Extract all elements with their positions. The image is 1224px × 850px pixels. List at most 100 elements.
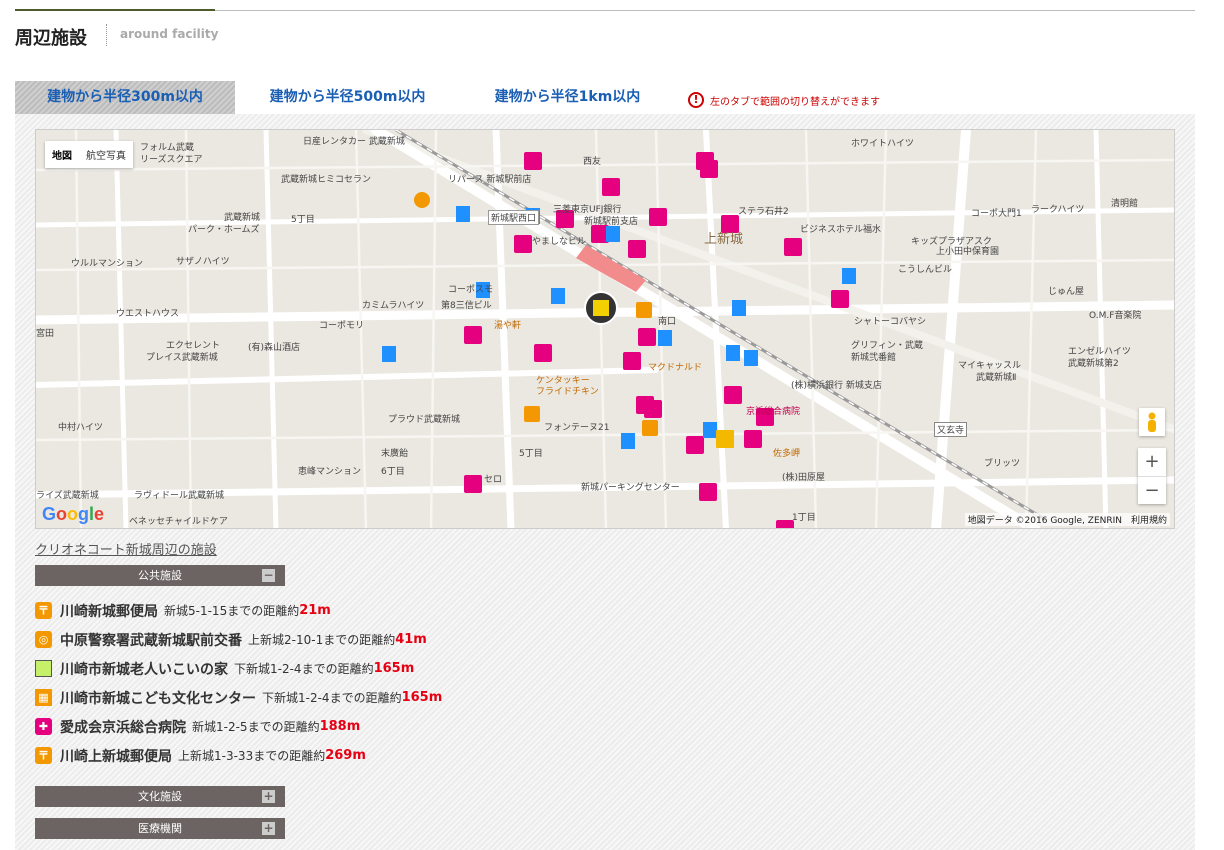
expand-icon[interactable]: + xyxy=(262,822,275,835)
map-label: ビジネスホテル福水 xyxy=(800,225,882,235)
facility-name: 川崎新城郵便局 xyxy=(60,603,158,620)
map-label: リーズスクエア xyxy=(140,155,203,165)
facility-list: 〒 川崎新城郵便局 新城5-1-15までの距離約 21m ◎ 中原警察署武蔵新城… xyxy=(35,596,442,770)
map-label: コーポスモ xyxy=(448,285,494,295)
tab-1km[interactable]: 建物から半径1km以内 xyxy=(460,81,675,114)
map-label: リパース 新城駅前店 xyxy=(448,175,532,185)
tab-note: ! 左のタブで範囲の切り替えができます xyxy=(688,92,880,108)
map-label: 6丁目 xyxy=(381,467,405,477)
map-label: 上小田中保育園 xyxy=(936,247,1000,257)
map-label: コーポモリ xyxy=(319,321,365,331)
facility-address: 下新城1-2-4までの距離約 xyxy=(262,691,402,705)
map-canvas xyxy=(36,130,1174,528)
map-label: カミムラハイツ xyxy=(362,301,425,311)
radius-tabs: 建物から半径300m以内 建物から半径500m以内 建物から半径1km以内 xyxy=(15,81,675,114)
hospital-icon: ✚ xyxy=(35,718,52,735)
map-label: 5丁目 xyxy=(519,449,543,459)
map-attribution[interactable]: 地図データ ©2016 Google, ZENRIN 利用規約 xyxy=(964,513,1170,526)
facility-name: 川崎上新城郵便局 xyxy=(60,748,172,765)
map-label: 第8三信ビル xyxy=(441,301,492,311)
map-label: ステラ石井2 xyxy=(738,207,789,217)
map-label: 新城駅西口 xyxy=(488,210,540,225)
map-label: 上新城 xyxy=(704,232,744,247)
map-label: ウルルマンション xyxy=(71,259,144,269)
category-culture[interactable]: 文化施設 + xyxy=(35,786,285,807)
list-item: 川崎市新城老人いこいの家 下新城1-2-4までの距離約 165m xyxy=(35,654,442,683)
map-label: ウエストハウス xyxy=(116,309,180,319)
list-item: 〒 川崎上新城郵便局 上新城1-3-33までの距離約 269m xyxy=(35,741,442,770)
map-label: フォンテーヌ21 xyxy=(544,423,610,433)
zoom-in-button[interactable]: + xyxy=(1138,448,1166,476)
facility-address: 上新城2-10-1までの距離約 xyxy=(248,633,396,647)
google-logo: Google xyxy=(42,504,105,524)
zoom-out-button[interactable]: − xyxy=(1138,476,1166,504)
map-label: 武蔵新城Ⅱ xyxy=(976,373,1017,383)
map-label: 清明館 xyxy=(1111,199,1139,209)
map-label: ラークハイツ xyxy=(1031,205,1085,215)
map-label: 日産レンタカー 武蔵新城 xyxy=(303,137,405,147)
category-culture-label: 文化施設 xyxy=(138,790,182,803)
map-type-satellite[interactable]: 航空写真 xyxy=(79,141,133,168)
map-label: 1丁目 xyxy=(792,513,816,523)
map-label: プレイス武蔵新城 xyxy=(146,353,218,363)
top-rule xyxy=(15,9,1195,11)
map-label: ライズ武蔵新城 xyxy=(36,491,99,501)
map-label: 恵峰マンション xyxy=(298,467,362,477)
tab-300m[interactable]: 建物から半径300m以内 xyxy=(15,81,235,114)
facility-name: 川崎市新城老人いこいの家 xyxy=(60,661,228,678)
map-label: やましなビル xyxy=(532,237,587,247)
tab-500m[interactable]: 建物から半径500m以内 xyxy=(235,81,460,114)
category-medical[interactable]: 医療機関 + xyxy=(35,818,285,839)
map-label: パーク・ホームズ xyxy=(188,225,260,235)
map-type-control: 地図 航空写真 xyxy=(45,141,133,168)
map-label: 武蔵新城第2 xyxy=(1068,359,1119,369)
police-box-icon: ◎ xyxy=(35,631,52,648)
map-label: じゅん屋 xyxy=(1048,287,1085,297)
area-map[interactable]: 地図 航空写真 日産レンタカー 武蔵新城 ホワイトハイツ 西友 リパース 新城駅… xyxy=(35,129,1175,529)
map-label: 末廣飴 xyxy=(381,449,409,459)
map-label: ベネッセチャイルドケア xyxy=(129,517,228,527)
facility-distance: 269m xyxy=(325,748,366,763)
map-label: ブリッツ xyxy=(984,459,1021,469)
expand-icon[interactable]: + xyxy=(262,790,275,803)
map-label: セロ xyxy=(484,475,503,485)
category-public-label: 公共施設 xyxy=(138,569,182,582)
map-label: 新城駅前支店 xyxy=(584,217,639,227)
map-label: ホワイトハイツ xyxy=(851,139,914,149)
facility-name: 川崎市新城こども文化センター xyxy=(60,690,256,707)
category-public[interactable]: 公共施設 − xyxy=(35,565,285,586)
map-label: ラヴィドール武蔵新城 xyxy=(134,491,225,501)
map-label: フライドチキン xyxy=(536,387,599,397)
map-type-map[interactable]: 地図 xyxy=(45,141,79,168)
facility-panel: 地図 航空写真 日産レンタカー 武蔵新城 ホワイトハイツ 西友 リパース 新城駅… xyxy=(15,114,1195,850)
street-view-pegman-icon[interactable] xyxy=(1139,408,1165,436)
collapse-icon[interactable]: − xyxy=(262,569,275,582)
map-label: (株)横浜銀行 新城支店 xyxy=(791,381,882,391)
map-label: 新城パーキングセンター xyxy=(581,483,680,493)
map-label: 湯や軒 xyxy=(494,321,522,331)
map-label: シャトーコバヤシ xyxy=(854,317,927,327)
map-label: こうしんビル xyxy=(898,265,953,275)
facility-name: 愛成会京浜総合病院 xyxy=(60,719,186,736)
map-label: 武蔵新城ヒミコセラン xyxy=(281,175,372,185)
post-office-icon: 〒 xyxy=(35,747,52,764)
map-label: 南口 xyxy=(658,317,677,327)
list-item: ✚ 愛成会京浜総合病院 新城1-2-5までの距離約 188m xyxy=(35,712,442,741)
facility-distance: 21m xyxy=(299,603,331,618)
facility-distance: 165m xyxy=(373,661,415,676)
map-label: コーポ大門1 xyxy=(971,209,1022,219)
map-label: サザノハイツ xyxy=(176,257,230,267)
facility-list-caption[interactable]: クリオネコート新城周辺の施設 xyxy=(35,539,217,558)
facility-address: 新城1-2-5までの距離約 xyxy=(192,720,320,734)
facility-distance: 41m xyxy=(395,632,427,647)
warning-circle-icon: ! xyxy=(688,92,704,108)
facility-address: 上新城1-3-33までの距離約 xyxy=(178,749,326,763)
map-label: O.M.F音楽院 xyxy=(1089,311,1142,321)
tab-note-text: 左のタブで範囲の切り替えができます xyxy=(710,96,880,108)
list-item: ▦ 川崎市新城こども文化センター 下新城1-2-4までの距離約 165m xyxy=(35,683,442,712)
map-label: 又玄寺 xyxy=(934,422,968,437)
map-label: (株)田原屋 xyxy=(782,473,826,483)
map-label: 5丁目 xyxy=(291,215,315,225)
map-label: プラウド武蔵新城 xyxy=(388,415,461,425)
culture-center-icon: ▦ xyxy=(35,689,52,706)
